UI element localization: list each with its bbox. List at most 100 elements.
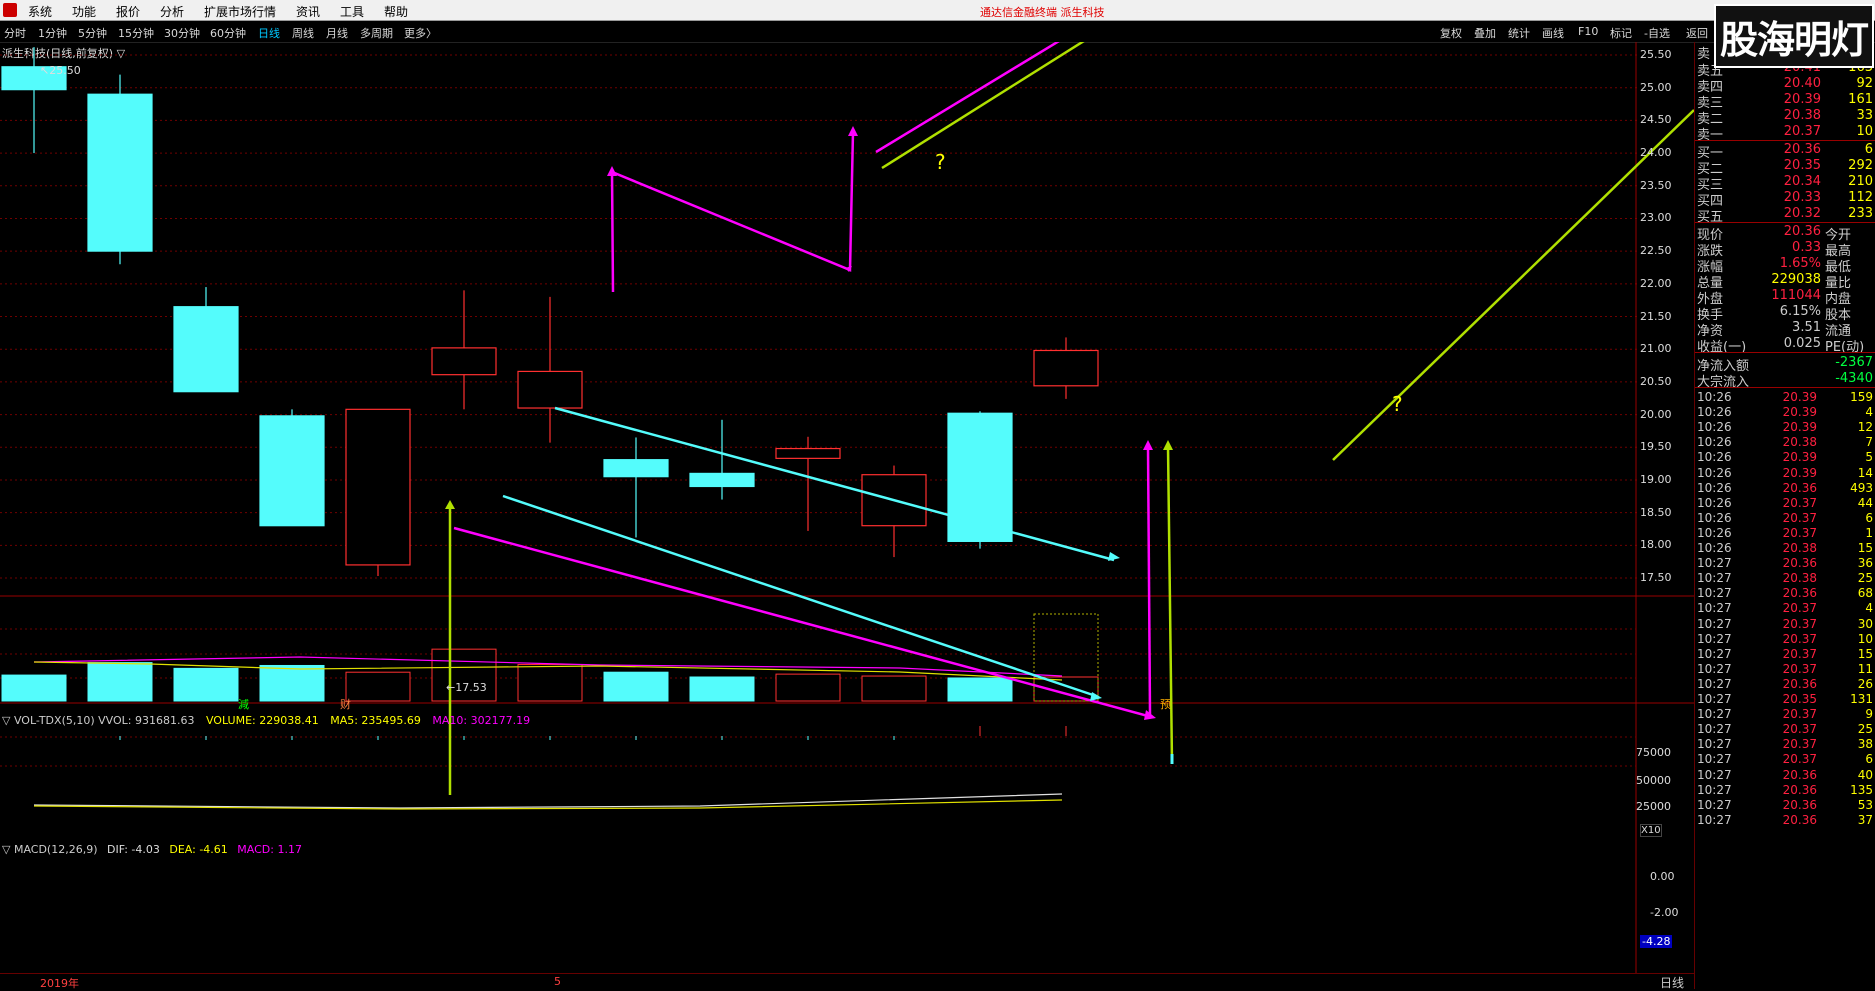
tick-cell: 6: [1865, 752, 1873, 767]
tick-cell: 20.36: [1782, 480, 1817, 495]
menu-help[interactable]: 帮助: [384, 3, 408, 20]
candle-body: [775, 447, 841, 459]
quote-value: 3.51: [1792, 320, 1821, 335]
price-axis-label: 22.00: [1640, 276, 1672, 290]
tick-cell: 37: [1857, 812, 1873, 827]
trendline-cyan-2: [554, 406, 1115, 562]
tick-cell: 14: [1857, 465, 1873, 480]
tick-row: 10:27 20.37 25: [1695, 721, 1875, 736]
tick-row: 10:27 20.37 30: [1695, 616, 1875, 631]
period-5min[interactable]: 5分钟: [78, 25, 107, 41]
menu-system[interactable]: 系统: [28, 3, 52, 20]
menu-tools[interactable]: 工具: [340, 3, 364, 20]
period-daily[interactable]: 日线: [258, 25, 280, 41]
tool-watchlist[interactable]: -自选: [1644, 25, 1670, 41]
brand-title: 通达信金融终端 派生科技: [980, 6, 1105, 19]
arrow-magenta-up-1: [1146, 445, 1152, 715]
ask-row-cell: 33: [1856, 108, 1873, 123]
tick-cell: 9: [1865, 707, 1873, 722]
period-multi[interactable]: 多周期: [360, 25, 393, 41]
tick-row: 10:26 20.39 12: [1695, 419, 1875, 434]
tick-cell: 20.36: [1782, 797, 1817, 812]
tool-fuquan[interactable]: 复权: [1440, 25, 1462, 41]
kline-chart[interactable]: [0, 42, 1694, 973]
event-cai: 财: [340, 698, 351, 711]
arrow-head-6: [1163, 440, 1173, 450]
tick-row: 10:27 20.36 37: [1695, 812, 1875, 827]
period-30min[interactable]: 30分钟: [164, 25, 200, 41]
tool-draw[interactable]: 画线: [1542, 25, 1564, 41]
tick-cell: 20.37: [1782, 707, 1817, 722]
tick-row: 10:26 20.37 6: [1695, 510, 1875, 525]
period-60min[interactable]: 60分钟: [210, 25, 246, 41]
tick-cell: 10:27: [1697, 676, 1732, 691]
bottom-period[interactable]: 日线: [1660, 974, 1684, 991]
tick-cell: 10:27: [1697, 722, 1732, 737]
price-axis-label: 25.00: [1640, 80, 1672, 94]
low-price-label: ←17.53: [446, 681, 487, 694]
volume-bar: [689, 676, 755, 702]
tool-stats[interactable]: 统计: [1508, 25, 1530, 41]
tick-cell: 11: [1857, 661, 1873, 676]
menu-ext-market[interactable]: 扩展市场行情: [204, 3, 276, 20]
price-axis-label: 18.00: [1640, 538, 1672, 552]
arrow-head-5: [1143, 440, 1153, 450]
vol-axis-50000: 50000: [1636, 774, 1671, 787]
tick-cell: 20.37: [1782, 525, 1817, 540]
tick-row: 10:27 20.37 9: [1695, 706, 1875, 721]
tick-cell: 10:26: [1697, 465, 1732, 480]
candle-body: [947, 412, 1013, 542]
tick-cell: 20.36: [1782, 812, 1817, 827]
menu-function[interactable]: 功能: [72, 3, 96, 20]
candle: [861, 465, 927, 558]
tool-mark[interactable]: 标记: [1610, 25, 1632, 41]
tick-row: 10:27 20.37 10: [1695, 631, 1875, 646]
tick-cell: 493: [1850, 480, 1873, 495]
tick-cell: 5: [1865, 450, 1873, 465]
tool-f10[interactable]: F10: [1578, 25, 1598, 38]
flow-row-cell: -2367: [1835, 355, 1873, 370]
tick-row: 10:27 20.36 26: [1695, 676, 1875, 691]
period-weekly[interactable]: 周线: [292, 25, 314, 41]
quote-value: 6.15%: [1779, 304, 1821, 319]
tick-cell: 25: [1857, 571, 1873, 586]
tick-cell: 20.37: [1782, 631, 1817, 646]
tick-cell: 10:26: [1697, 435, 1732, 450]
panel-divider: [1695, 352, 1875, 353]
tick-cell: 20.37: [1782, 737, 1817, 752]
tick-cell: 10:27: [1697, 782, 1732, 797]
tick-cell: 10:27: [1697, 646, 1732, 661]
candle: [259, 409, 325, 527]
period-more[interactable]: 更多〉: [404, 25, 437, 41]
tick-cell: 10:26: [1697, 510, 1732, 525]
menu-analysis[interactable]: 分析: [160, 3, 184, 20]
tool-overlay[interactable]: 叠加: [1474, 25, 1496, 41]
tick-cell: 7: [1865, 435, 1873, 450]
tick-cell: 10:26: [1697, 495, 1732, 510]
period-1min[interactable]: 1分钟: [38, 25, 67, 41]
tick-row: 10:27 20.35 131: [1695, 691, 1875, 706]
low-price-value: 17.53: [455, 681, 487, 694]
tick-row: 10:27 20.37 4: [1695, 600, 1875, 615]
vol-axis-25000: 25000: [1636, 800, 1671, 813]
menu-quote[interactable]: 报价: [116, 3, 140, 20]
tick-cell: 10:27: [1697, 797, 1732, 812]
tick-row: 10:27 20.36 135: [1695, 782, 1875, 797]
volume-bar: [87, 662, 153, 702]
period-monthly[interactable]: 月线: [326, 25, 348, 41]
tool-back[interactable]: 返回: [1686, 25, 1708, 41]
candle: [947, 411, 1013, 549]
tick-cell: 26: [1857, 676, 1873, 691]
price-axis-label: 21.50: [1640, 309, 1672, 323]
menu-news[interactable]: 资讯: [296, 3, 320, 20]
tick-row: 10:27 20.36 68: [1695, 585, 1875, 600]
tick-cell: 20.39: [1782, 465, 1817, 480]
period-15min[interactable]: 15分钟: [118, 25, 154, 41]
volume-bar: [603, 671, 669, 702]
tick-cell: 135: [1850, 782, 1873, 797]
macd-name: ▽ MACD(12,26,9): [2, 843, 98, 856]
tick-cell: 20.37: [1782, 601, 1817, 616]
tick-row: 10:27 20.37 6: [1695, 751, 1875, 766]
period-fenshi[interactable]: 分时: [4, 25, 26, 41]
tick-cell: 44: [1857, 495, 1873, 510]
